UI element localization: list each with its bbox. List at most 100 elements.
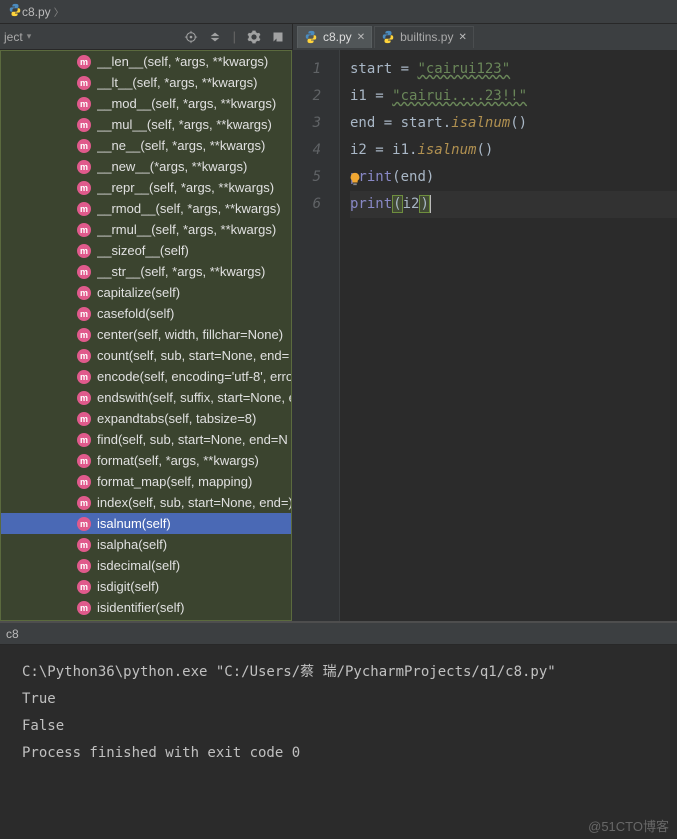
- method-icon: m: [77, 307, 91, 321]
- method-label: format(self, *args, **kwargs): [97, 453, 259, 468]
- method-item[interactable]: m__lt__(self, *args, **kwargs): [1, 72, 291, 93]
- line-number: 5: [292, 164, 321, 191]
- output-line: Process finished with exit code 0: [22, 740, 655, 767]
- method-icon: m: [77, 349, 91, 363]
- line-number: 6: [292, 191, 321, 218]
- method-item[interactable]: mcasefold(self): [1, 303, 291, 324]
- method-item[interactable]: m format_map(self, mapping): [1, 471, 291, 492]
- method-item[interactable]: m__mul__(self, *args, **kwargs): [1, 114, 291, 135]
- method-item[interactable]: m find(self, sub, start=None, end=N: [1, 429, 291, 450]
- method-item[interactable]: m __repr__(self, *args, **kwargs): [1, 177, 291, 198]
- code-line-6[interactable]: print(i2): [350, 191, 677, 218]
- method-icon: m: [77, 328, 91, 342]
- method-label: encode(self, encoding='utf-8', erro: [97, 369, 291, 384]
- method-icon: m: [77, 601, 91, 615]
- method-label: find(self, sub, start=None, end=N: [97, 432, 288, 447]
- line-number: 4: [292, 137, 321, 164]
- method-item[interactable]: m __rmod__(self, *args, **kwargs): [1, 198, 291, 219]
- method-item[interactable]: misalnum(self): [1, 513, 291, 534]
- method-icon: m: [77, 223, 91, 237]
- method-label: __new__(*args, **kwargs): [97, 159, 247, 174]
- method-item[interactable]: m__str__(self, *args, **kwargs): [1, 261, 291, 282]
- method-icon: m: [77, 181, 91, 195]
- method-label: format_map(self, mapping): [97, 474, 252, 489]
- method-item[interactable]: m__rmul__(self, *args, **kwargs): [1, 219, 291, 240]
- method-icon: m: [77, 55, 91, 69]
- line-number: 3: [292, 110, 321, 137]
- hide-icon[interactable]: [270, 29, 286, 45]
- method-label: isdecimal(self): [97, 558, 180, 573]
- project-selector[interactable]: ject ▾: [0, 30, 60, 44]
- line-number: 1: [292, 56, 321, 83]
- method-item[interactable]: m expandtabs(self, tabsize=8): [1, 408, 291, 429]
- watermark: @51CTO博客: [588, 816, 669, 835]
- code-line-2[interactable]: i1 = "cairui....23!!": [350, 83, 677, 110]
- method-icon: m: [77, 265, 91, 279]
- method-label: count(self, sub, start=None, end=: [97, 348, 289, 363]
- method-item[interactable]: m format(self, *args, **kwargs): [1, 450, 291, 471]
- close-icon[interactable]: ✕: [458, 32, 466, 43]
- method-item[interactable]: misidentifier(self): [1, 597, 291, 618]
- method-icon: m: [77, 370, 91, 384]
- method-item[interactable]: mendswith(self, suffix, start=None, e: [1, 387, 291, 408]
- structure-panel[interactable]: m __len__(self, *args, **kwargs) m__lt__(s…: [0, 50, 292, 621]
- method-label: expandtabs(self, tabsize=8): [97, 411, 256, 426]
- method-item[interactable]: m__ne__(self, *args, **kwargs): [1, 135, 291, 156]
- console-output[interactable]: C:\Python36\python.exe "C:/Users/蔡 瑞/Pyc…: [0, 645, 677, 839]
- target-icon[interactable]: [183, 29, 199, 45]
- python-file-icon: [381, 30, 395, 44]
- method-item[interactable]: m __len__(self, *args, **kwargs): [1, 51, 291, 72]
- method-icon: m: [77, 433, 91, 447]
- method-icon: m: [77, 454, 91, 468]
- code-line-5[interactable]: print(end): [350, 164, 677, 191]
- code-line-1[interactable]: start = "cairui123": [350, 56, 677, 83]
- method-item[interactable]: m isalpha(self): [1, 534, 291, 555]
- method-item[interactable]: m count(self, sub, start=None, end=: [1, 345, 291, 366]
- line-number-gutter: 123456: [292, 50, 340, 621]
- tab-c8-py[interactable]: c8.py ✕: [297, 26, 372, 48]
- method-label: isalnum(self): [97, 516, 171, 531]
- method-label: __len__(self, *args, **kwargs): [97, 54, 268, 69]
- method-item[interactable]: m encode(self, encoding='utf-8', erro: [1, 366, 291, 387]
- method-icon: m: [77, 475, 91, 489]
- method-item[interactable]: m center(self, width, fillchar=None): [1, 324, 291, 345]
- method-icon: m: [77, 391, 91, 405]
- toolbar-row: ject ▾ | c8.py ✕ builtins.py: [0, 24, 677, 50]
- collapse-all-icon[interactable]: [207, 29, 223, 45]
- method-icon: m: [77, 412, 91, 426]
- code-area[interactable]: start = "cairui123" i1 = "cairui....23!!…: [340, 50, 677, 621]
- method-label: center(self, width, fillchar=None): [97, 327, 283, 342]
- method-label: isdigit(self): [97, 579, 159, 594]
- method-icon: m: [77, 202, 91, 216]
- method-label: capitalize(self): [97, 285, 180, 300]
- code-editor[interactable]: 123456 start = "cairui123" i1 = "cairui.…: [292, 50, 677, 621]
- method-item[interactable]: misdigit(self): [1, 576, 291, 597]
- method-item[interactable]: m__sizeof__(self): [1, 240, 291, 261]
- bulb-icon[interactable]: [348, 169, 362, 183]
- run-tab[interactable]: c8: [0, 623, 677, 645]
- method-item[interactable]: m__mod__(self, *args, **kwargs): [1, 93, 291, 114]
- method-label: __rmod__(self, *args, **kwargs): [97, 201, 281, 216]
- code-line-4[interactable]: i2 = i1.isalnum(): [350, 137, 677, 164]
- method-icon: m: [77, 538, 91, 552]
- method-item[interactable]: misdecimal(self): [1, 555, 291, 576]
- gear-icon[interactable]: [246, 29, 262, 45]
- tab-builtins-py[interactable]: builtins.py ✕: [374, 26, 474, 48]
- method-label: __ne__(self, *args, **kwargs): [97, 138, 265, 153]
- tab-label: c8.py: [323, 30, 352, 44]
- main-area: m __len__(self, *args, **kwargs) m__lt__(s…: [0, 50, 677, 621]
- method-item[interactable]: mcapitalize(self): [1, 282, 291, 303]
- project-label: ject: [4, 30, 23, 44]
- method-icon: m: [77, 496, 91, 510]
- code-line-3[interactable]: end = start.isalnum(): [350, 110, 677, 137]
- python-file-icon: [8, 3, 22, 20]
- method-label: isalpha(self): [97, 537, 167, 552]
- method-item[interactable]: m__new__(*args, **kwargs): [1, 156, 291, 177]
- title-bar-filename: c8.py: [22, 5, 51, 19]
- method-label: index(self, sub, start=None, end=): [97, 495, 291, 510]
- tab-label: builtins.py: [400, 30, 453, 44]
- method-icon: m: [77, 118, 91, 132]
- method-label: __repr__(self, *args, **kwargs): [97, 180, 274, 195]
- close-icon[interactable]: ✕: [357, 32, 365, 43]
- method-item[interactable]: m index(self, sub, start=None, end=): [1, 492, 291, 513]
